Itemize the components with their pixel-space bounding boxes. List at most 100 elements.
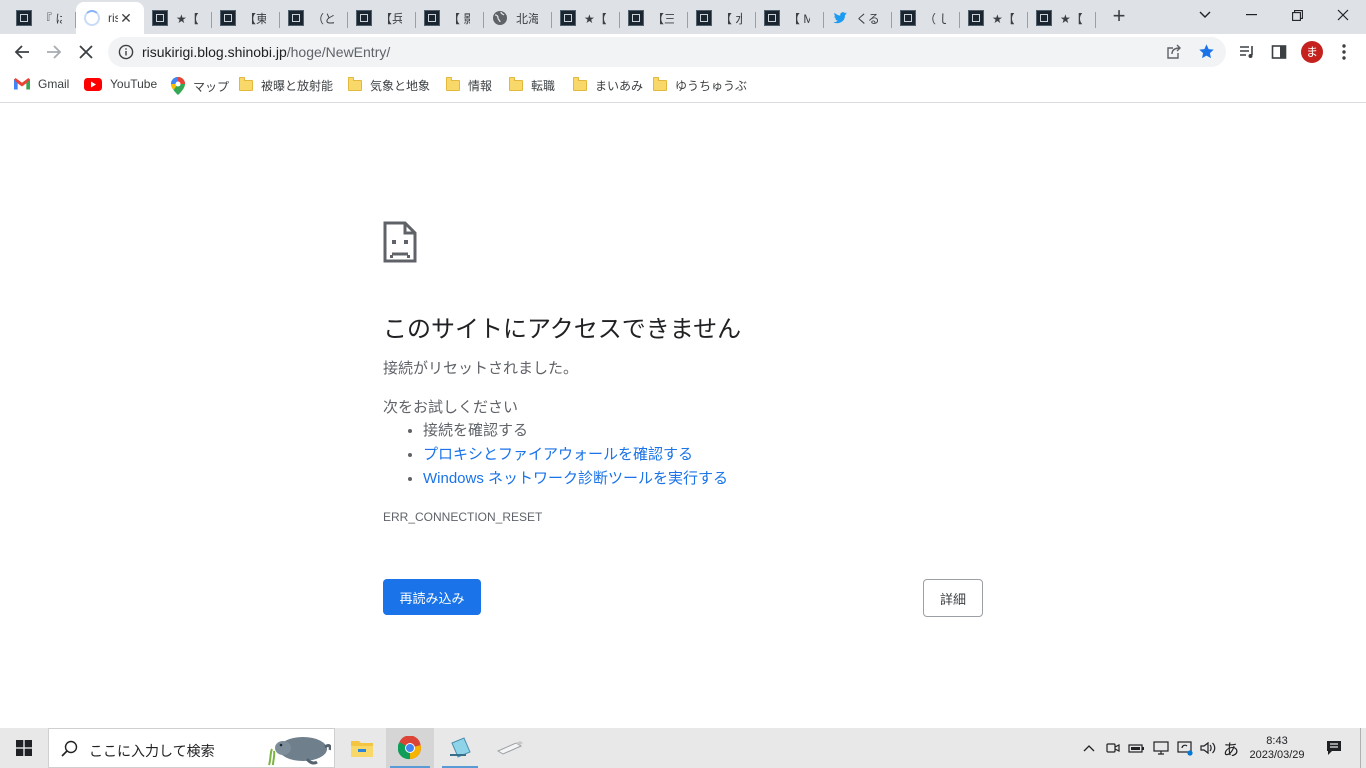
bookmark-label: まいあみ: [595, 79, 644, 93]
share-icon[interactable]: [1166, 44, 1182, 60]
tab-12[interactable]: くるす: [824, 4, 892, 32]
bookmark-label: ゆうちゅうぶ: [675, 79, 748, 93]
tab-9[interactable]: 【三重: [620, 4, 688, 32]
new-tab-button[interactable]: +: [1108, 5, 1130, 28]
bookmark-folder-youtube[interactable]: ゆうちゅうぶ: [653, 77, 747, 94]
url-text[interactable]: risukirigi.blog.shinobi.jp/hoge/NewEntry…: [142, 44, 390, 60]
tab-0[interactable]: 『 は: [8, 4, 76, 32]
youtube-icon: [84, 77, 102, 91]
tab-14[interactable]: ★【: [960, 4, 1028, 32]
bookmark-folder-weather[interactable]: 気象と地象: [348, 77, 430, 94]
bookmark-folder-info[interactable]: 情報: [446, 77, 492, 94]
bookmark-folder-radiation[interactable]: 被曝と放射能: [239, 77, 333, 94]
tab-title: 北海道: [516, 11, 538, 26]
check-proxy-link[interactable]: プロキシとファイアウォールを確認する: [423, 446, 693, 463]
tray-windows-update[interactable]: [1174, 728, 1196, 768]
show-desktop-button[interactable]: [1360, 728, 1366, 768]
file-explorer-icon: [351, 741, 373, 757]
tab-search-button[interactable]: [1182, 0, 1228, 30]
speaker-icon: [1200, 741, 1216, 755]
tray-battery[interactable]: [1126, 728, 1148, 768]
tab-10[interactable]: 【 水: [688, 4, 756, 32]
tab-15[interactable]: ★【: [1028, 4, 1096, 32]
media-control-button[interactable]: [1233, 38, 1261, 66]
reload-button[interactable]: 再読み込み: [383, 579, 481, 615]
site-favicon-icon: [764, 10, 780, 26]
side-panel-button[interactable]: [1265, 38, 1293, 66]
taskbar-app-notepad[interactable]: [436, 728, 484, 768]
folder-icon: [239, 77, 253, 91]
folder-icon: [509, 77, 523, 91]
close-window-button[interactable]: [1320, 0, 1366, 30]
close-icon: [1337, 9, 1349, 21]
tab-4[interactable]: （とり: [280, 4, 348, 32]
bookmark-label: 気象と地象: [370, 79, 431, 93]
tab-title: ★【: [176, 11, 198, 26]
start-button[interactable]: [0, 728, 48, 768]
tab-title: 【東京: [244, 11, 266, 26]
tray-meet-now[interactable]: [1103, 728, 1123, 768]
tab-11[interactable]: 【 M: [756, 4, 824, 32]
bookmark-maps[interactable]: マップ: [171, 77, 229, 95]
taskbar-file-explorer[interactable]: [338, 728, 386, 768]
taskbar-app-usb[interactable]: [486, 728, 534, 768]
site-favicon-icon: [356, 10, 372, 26]
bookmark-gmail[interactable]: Gmail: [14, 77, 69, 91]
star-filled-icon[interactable]: [1198, 43, 1215, 60]
bookmark-folder-maiami[interactable]: まいあみ: [573, 77, 643, 94]
site-favicon-icon: [424, 10, 440, 26]
site-favicon-icon: [1036, 10, 1052, 26]
info-icon[interactable]: [118, 44, 134, 60]
arrow-left-icon: [14, 45, 29, 59]
profile-button[interactable]: ま: [1298, 38, 1326, 66]
error-code: ERR_CONNECTION_RESET: [383, 510, 543, 524]
bookmarks-bar: Gmail YouTube マップ 被曝と放射能 気象と地象 情報 転職 まいあ…: [0, 70, 1366, 103]
folder-icon: [573, 77, 587, 91]
bookmark-label: 情報: [468, 79, 493, 93]
tab-title: 【兵庫: [380, 11, 402, 26]
tab-3[interactable]: 【東京: [212, 4, 280, 32]
tab-5[interactable]: 【兵庫: [348, 4, 416, 32]
site-favicon-icon: [288, 10, 304, 26]
tray-network[interactable]: [1150, 728, 1172, 768]
tray-clock[interactable]: 8:43 2023/03/29: [1244, 728, 1310, 768]
tab-8[interactable]: ★【: [552, 4, 620, 32]
action-center-button[interactable]: [1320, 728, 1348, 768]
tab-2[interactable]: ★【: [144, 4, 212, 32]
maps-icon: [171, 77, 185, 95]
tab-strip: 『 は ris ✕ ★【 【東京 （とり 【兵庫 【 影 北海道: [0, 0, 1366, 34]
tab-active[interactable]: ris ✕: [76, 2, 144, 34]
manatee-icon: [268, 737, 331, 766]
browser-toolbar: risukirigi.blog.shinobi.jp/hoge/NewEntry…: [0, 34, 1366, 70]
tray-overflow-button[interactable]: [1078, 728, 1100, 768]
tray-ime[interactable]: あ: [1220, 728, 1242, 768]
bookmark-label: マップ: [193, 79, 230, 94]
try-heading: 次をお試しください: [383, 399, 519, 416]
tab-7[interactable]: 北海道: [484, 4, 552, 32]
menu-button[interactable]: [1330, 38, 1358, 66]
tab-13[interactable]: （ し: [892, 4, 960, 32]
stop-loading-button[interactable]: [72, 38, 100, 66]
bookmark-label: 転職: [531, 79, 556, 93]
tray-volume[interactable]: [1198, 728, 1218, 768]
update-icon: [1177, 741, 1193, 756]
bookmark-folder-job[interactable]: 転職: [509, 77, 555, 94]
details-button[interactable]: 詳細: [923, 579, 983, 617]
back-button[interactable]: [8, 38, 36, 66]
network-diagnostics-link[interactable]: Windows ネットワーク診断ツールを実行する: [423, 470, 728, 487]
address-bar[interactable]: risukirigi.blog.shinobi.jp/hoge/NewEntry…: [108, 37, 1226, 67]
tab-title: （ し: [924, 11, 946, 26]
forward-button[interactable]: [40, 38, 68, 66]
folder-icon: [348, 77, 362, 91]
chevron-up-icon: [1083, 745, 1095, 752]
restore-button[interactable]: [1274, 0, 1320, 30]
camera-icon: [1106, 743, 1120, 753]
taskbar-search-box[interactable]: ここに入力して検索: [48, 728, 335, 768]
minimize-button[interactable]: [1228, 0, 1274, 30]
ime-indicator: あ: [1222, 742, 1239, 759]
tab-close-icon[interactable]: ✕: [118, 10, 134, 26]
tab-6[interactable]: 【 影: [416, 4, 484, 32]
bookmark-label: YouTube: [110, 77, 158, 91]
taskbar-chrome[interactable]: [386, 728, 434, 768]
bookmark-youtube[interactable]: YouTube: [84, 77, 157, 91]
